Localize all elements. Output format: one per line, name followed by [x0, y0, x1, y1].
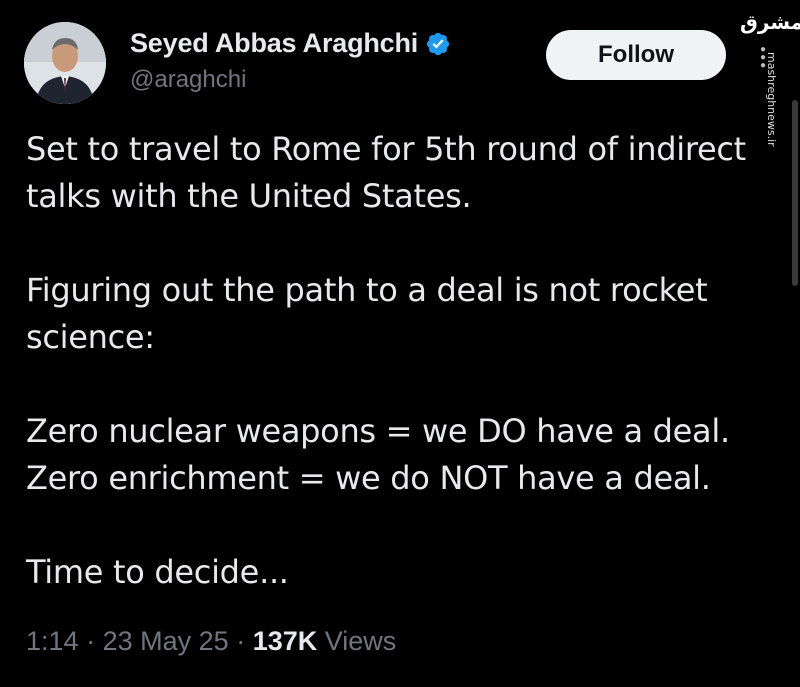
tweet-paragraph: Set to travel to Rome for 5th round of i…: [26, 130, 746, 215]
meta-separator: ·: [86, 626, 96, 656]
tweet-date[interactable]: 23 May 25: [103, 626, 229, 656]
tweet-paragraph: Time to decide...: [26, 553, 289, 591]
avatar[interactable]: [24, 22, 106, 104]
views-count[interactable]: 137K: [253, 626, 318, 656]
follow-button[interactable]: Follow: [546, 30, 726, 80]
watermark-logo: مشرق: [740, 10, 800, 34]
verified-badge-icon: [425, 31, 451, 57]
meta-separator: ·: [236, 626, 246, 656]
author-display-name[interactable]: Seyed Abbas Araghchi: [130, 28, 418, 59]
tweet-text: Set to travel to Rome for 5th round of i…: [26, 126, 786, 596]
watermark: مشرق ● ● ● mashreghnews.ir: [740, 10, 800, 147]
tweet-time[interactable]: 1:14: [26, 626, 79, 656]
author-handle[interactable]: @araghchi: [130, 66, 246, 94]
avatar-image: [24, 22, 106, 104]
tweet-meta: 1:14 · 23 May 25 · 137K Views: [26, 626, 396, 657]
tweet-paragraph: Figuring out the path to a deal is not r…: [26, 271, 708, 356]
tweet-paragraph: Zero nuclear weapons = we DO have a deal…: [26, 412, 730, 497]
author-name-row: Seyed Abbas Araghchi: [130, 28, 451, 59]
views-label: Views: [324, 626, 397, 656]
scrollbar[interactable]: [792, 100, 798, 286]
